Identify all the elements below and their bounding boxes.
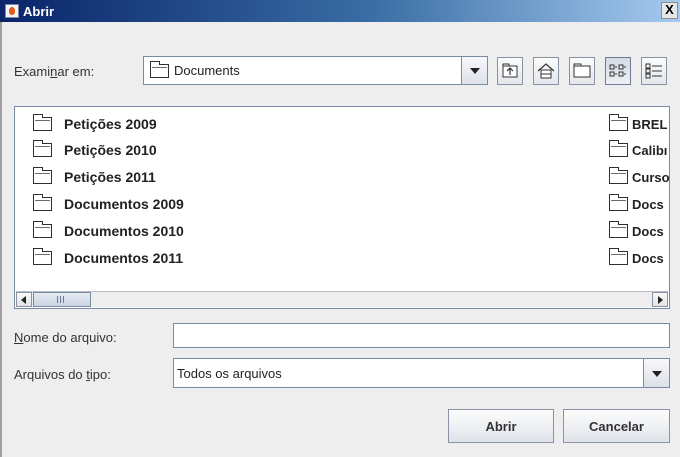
list-item[interactable]: Petições 2011 bbox=[33, 167, 156, 187]
filetype-combo[interactable]: Todos os arquivos bbox=[173, 358, 670, 388]
close-button[interactable]: X bbox=[661, 2, 678, 19]
list-item[interactable]: Docs bbox=[609, 221, 664, 241]
home-icon bbox=[537, 63, 555, 79]
up-one-level-button[interactable] bbox=[497, 57, 523, 85]
filetype-value: Todos os arquivos bbox=[177, 365, 282, 381]
folder-icon bbox=[609, 114, 628, 131]
folder-icon bbox=[609, 248, 628, 265]
folder-icon bbox=[33, 140, 52, 157]
folder-icon bbox=[33, 194, 52, 211]
folder-icon bbox=[33, 114, 52, 131]
list-item[interactable]: Documentos 2009 bbox=[33, 194, 184, 214]
list-item[interactable]: Documentos 2011 bbox=[33, 248, 183, 268]
look-in-combo[interactable]: Documents bbox=[143, 56, 488, 85]
cancel-button[interactable]: Cancelar bbox=[563, 409, 670, 443]
folder-icon bbox=[609, 194, 628, 211]
file-list[interactable]: Petições 2009 Petições 2010 Petições 201… bbox=[14, 106, 670, 309]
open-button[interactable]: Abrir bbox=[448, 409, 554, 443]
look-in-label: Examinar em: bbox=[14, 64, 95, 79]
java-app-icon bbox=[5, 4, 19, 18]
list-item[interactable]: BREL bbox=[609, 114, 667, 134]
filetype-label: Arquivos do tipo: bbox=[14, 367, 111, 382]
folder-icon bbox=[33, 221, 52, 238]
list-item[interactable]: Documentos 2010 bbox=[33, 221, 184, 241]
folder-icon bbox=[609, 221, 628, 238]
folder-icon bbox=[609, 140, 628, 157]
new-folder-button[interactable] bbox=[569, 57, 595, 85]
scroll-right-button[interactable] bbox=[652, 292, 668, 307]
details-view-icon bbox=[645, 63, 662, 79]
folder-icon bbox=[150, 60, 169, 78]
list-item[interactable]: Calibı bbox=[609, 140, 667, 160]
up-one-level-icon bbox=[502, 63, 518, 78]
list-view-button[interactable] bbox=[605, 57, 631, 85]
window-frame-left bbox=[0, 22, 2, 457]
list-item[interactable]: Curso bbox=[609, 167, 669, 187]
look-in-value: Documents bbox=[174, 63, 240, 78]
window-title: Abrir bbox=[23, 3, 55, 19]
list-item[interactable]: Docs bbox=[609, 248, 664, 268]
folder-icon bbox=[33, 248, 52, 265]
list-item[interactable]: Petições 2009 bbox=[33, 114, 157, 134]
chevron-down-icon[interactable] bbox=[461, 57, 487, 84]
filename-field[interactable] bbox=[173, 323, 670, 348]
list-item[interactable]: Petições 2010 bbox=[33, 140, 157, 160]
list-view-icon bbox=[609, 64, 626, 77]
title-bar: Abrir X bbox=[0, 0, 680, 22]
folder-icon bbox=[609, 167, 628, 184]
horizontal-scrollbar[interactable] bbox=[16, 291, 668, 307]
new-folder-icon bbox=[573, 63, 591, 78]
chevron-down-icon[interactable] bbox=[643, 359, 669, 387]
filename-label: Nome do arquivo: bbox=[14, 330, 117, 345]
details-view-button[interactable] bbox=[641, 57, 667, 85]
list-item[interactable]: Docs bbox=[609, 194, 664, 214]
folder-icon bbox=[33, 167, 52, 184]
scroll-left-button[interactable] bbox=[16, 292, 32, 307]
home-button[interactable] bbox=[533, 57, 559, 85]
scrollbar-thumb[interactable] bbox=[33, 292, 91, 307]
